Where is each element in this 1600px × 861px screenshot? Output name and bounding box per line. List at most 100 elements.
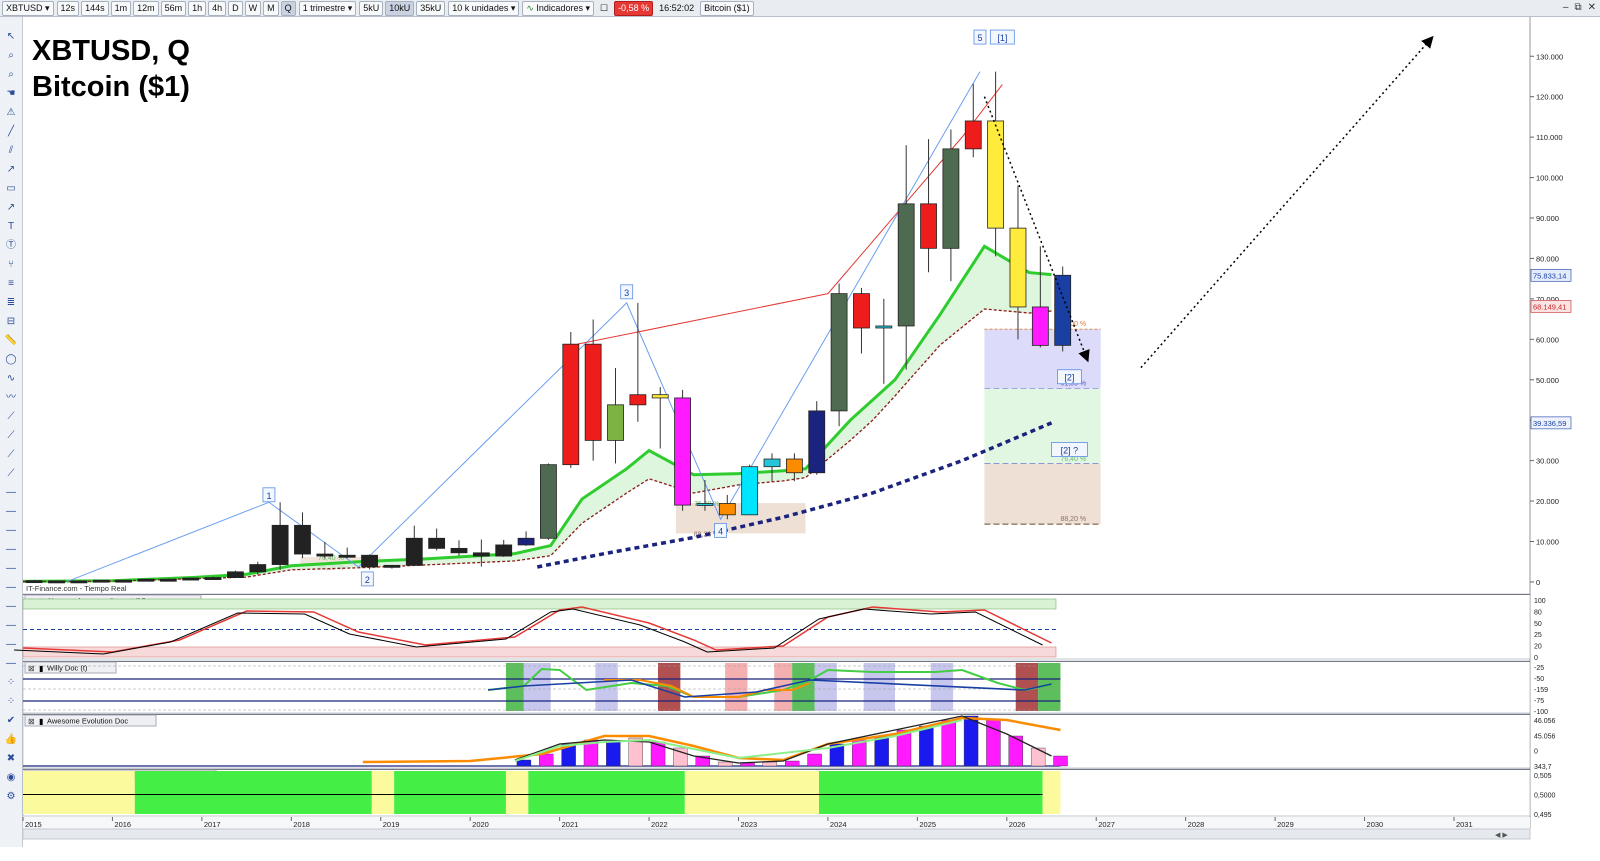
candle-body xyxy=(338,554,356,558)
candle-body xyxy=(920,203,937,249)
horizontal-scrollbar xyxy=(22,828,1531,840)
candle-body xyxy=(495,544,513,557)
overbought-band xyxy=(22,598,1057,610)
x-tick-label: 2017 xyxy=(204,820,221,829)
y-tick-label: 30.000 xyxy=(1536,457,1559,466)
candle-body xyxy=(428,537,446,549)
wave-label: 4 xyxy=(718,526,723,536)
candle-body xyxy=(383,564,401,568)
chart-canvas[interactable]: 50,00 %61,80 %76,40 %88,20 %76,40 %88,20… xyxy=(0,0,1600,861)
strength-segment xyxy=(1042,771,1061,814)
sub-axis-label: 80 xyxy=(1534,609,1542,616)
sub-axis-label: 0,505 xyxy=(1534,773,1552,780)
candle-body xyxy=(651,394,669,399)
candle-body xyxy=(361,554,378,568)
x-tick-label: 2021 xyxy=(562,820,579,829)
sub-axis-label: 45.056 xyxy=(1534,733,1556,740)
strength-segment xyxy=(23,771,135,814)
sub-axis-label: 50 xyxy=(1534,621,1542,628)
x-tick-label: 2026 xyxy=(1009,820,1026,829)
x-tick-label: 2028 xyxy=(1188,820,1205,829)
candle-body xyxy=(1009,227,1027,308)
wave-label: 3 xyxy=(624,288,629,298)
candle-body xyxy=(696,503,714,506)
sub-axis-label: 0 xyxy=(1534,655,1538,662)
sub-axis-label: 343,7 xyxy=(1534,764,1552,771)
fib-label: 88,20 % xyxy=(1060,516,1086,523)
candle-body xyxy=(897,203,915,327)
sub-axis-label: 0 xyxy=(1534,749,1538,756)
candle-body xyxy=(25,580,43,584)
fib-zone-2 xyxy=(984,463,1101,525)
wave-label: 1 xyxy=(266,491,271,501)
x-tick-label: 2016 xyxy=(114,820,131,829)
x-axis-bg xyxy=(23,817,1530,829)
sub-panel-top-border xyxy=(23,661,1530,662)
awesome-bar xyxy=(539,753,554,767)
candle-body xyxy=(1054,274,1072,346)
x-tick-label: 2015 xyxy=(25,820,42,829)
y-tick-label: 130.000 xyxy=(1536,52,1563,61)
sub-panel-top-border xyxy=(23,714,1530,715)
strength-segment xyxy=(394,771,506,814)
y-tick-label: 110.000 xyxy=(1536,133,1563,142)
candle-body xyxy=(48,580,65,584)
price-tag-label: 75.833,14 xyxy=(1533,271,1566,280)
x-tick-label: 2020 xyxy=(472,820,489,829)
candle-body xyxy=(271,524,289,565)
candle-body xyxy=(718,503,736,516)
awesome-bar xyxy=(919,725,934,767)
sub-axis-label: -25 xyxy=(1534,665,1544,672)
strength-segment xyxy=(371,771,395,814)
y-tick-label: 50.000 xyxy=(1536,376,1559,385)
candle-body xyxy=(942,148,960,249)
candle-body xyxy=(405,537,423,566)
panel-color-icon: ▮ xyxy=(39,664,43,673)
sub-axis-label: -50 xyxy=(1534,676,1544,683)
scroll-arrows-icon: ◀ ▶ xyxy=(1495,832,1508,839)
candle-body xyxy=(562,343,580,466)
awesome-bar xyxy=(874,735,889,767)
willy-band xyxy=(792,663,815,711)
y-tick-label: 100.000 xyxy=(1536,174,1563,183)
candle-body xyxy=(584,343,602,441)
sub-axis-label: 100 xyxy=(1534,598,1546,605)
sub-panel-title: Awesome Evolution Doc xyxy=(47,717,128,726)
price-tag-label: 68.149,41 xyxy=(1533,302,1566,311)
candle-body xyxy=(115,579,133,583)
sub-axis-label: 25 xyxy=(1534,632,1542,639)
candle-body xyxy=(785,458,803,474)
awesome-bar xyxy=(650,741,666,767)
willy-band xyxy=(725,663,748,711)
x-tick-label: 2024 xyxy=(830,820,847,829)
y-tick-label: 90.000 xyxy=(1536,214,1559,223)
close-panel-icon: ⊠ xyxy=(28,717,35,726)
candle-body xyxy=(987,120,1005,229)
candle-body xyxy=(808,410,826,474)
sub-axis-label: 20 xyxy=(1534,644,1542,651)
awesome-bar xyxy=(807,753,822,767)
candle-body xyxy=(853,293,870,329)
x-tick-label: 2019 xyxy=(383,820,400,829)
candle-body xyxy=(70,580,88,584)
panel-color-icon: ▮ xyxy=(39,717,43,726)
sub-axis-label: 0,5000 xyxy=(1534,793,1556,800)
x-tick-label: 2025 xyxy=(919,820,936,829)
awesome-bar xyxy=(717,761,733,767)
candle-body xyxy=(472,552,490,557)
awesome-bar xyxy=(1053,755,1068,767)
candle-body xyxy=(741,466,759,516)
strength-segment xyxy=(528,771,685,814)
candle-body xyxy=(450,547,468,554)
sub-axis-label: 46.056 xyxy=(1534,718,1556,725)
candle-body xyxy=(763,458,781,468)
x-tick-label: 2022 xyxy=(651,820,668,829)
x-tick-label: 2027 xyxy=(1098,820,1115,829)
wave-label: [2] ? xyxy=(1061,446,1079,456)
candle-body xyxy=(540,464,557,539)
wave-label: [2] xyxy=(1064,373,1074,383)
candle-body xyxy=(1031,306,1049,346)
awesome-bar xyxy=(762,761,778,767)
x-tick-label: 2031 xyxy=(1456,820,1473,829)
y-tick-label: 10.000 xyxy=(1536,537,1559,546)
